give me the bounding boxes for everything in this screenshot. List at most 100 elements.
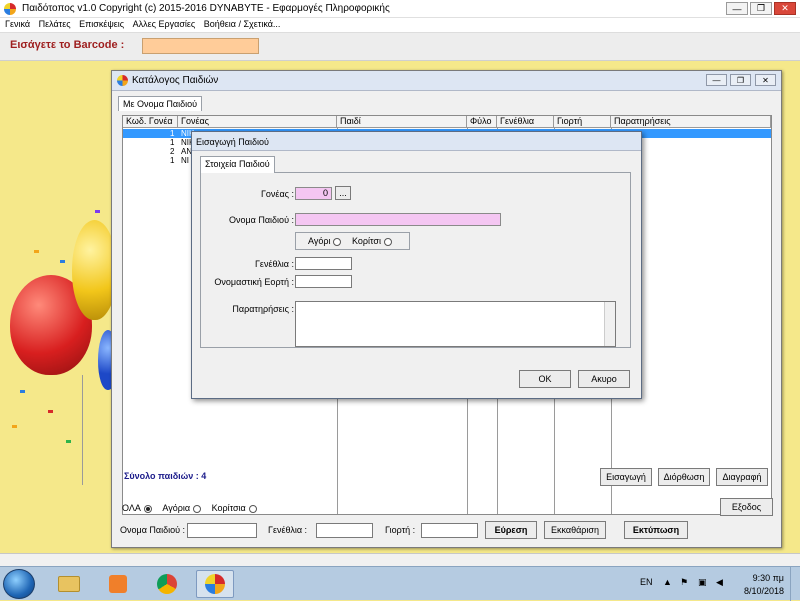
filter-girls-radio[interactable]: [248, 504, 257, 513]
column-header-parent-code[interactable]: Κωδ. Γονέα: [123, 116, 178, 128]
row-parent-code: 1: [170, 138, 175, 147]
column-header-nameday[interactable]: Γιορτή: [554, 116, 611, 128]
menu-other-tasks[interactable]: Αλλες Εργασίες: [133, 19, 196, 29]
volume-icon[interactable]: ◀: [716, 577, 723, 588]
maximize-button[interactable]: ❐: [750, 2, 772, 15]
boy-label: Αγόρι: [308, 236, 331, 246]
clock-date: 8/10/2018: [743, 586, 784, 596]
nameday-label: Ονομαστική Εορτή :: [214, 277, 294, 287]
insert-child-dialog: Εισαγωγή Παιδιού Στοιχεία Παιδιού Γονέας…: [191, 131, 642, 399]
network-icon[interactable]: ▣: [698, 577, 707, 588]
search-child-name-input[interactable]: [187, 523, 257, 538]
cancel-button[interactable]: Ακυρο: [578, 370, 630, 388]
app-logo-icon: [4, 3, 16, 15]
filter-all-label: ΟΛΑ: [122, 503, 141, 513]
boy-radio[interactable]: [333, 237, 342, 246]
parent-label: Γονέας :: [260, 189, 294, 199]
exit-button[interactable]: Εξοδος: [720, 498, 773, 516]
confetti: [12, 425, 17, 428]
menu-visits[interactable]: Επισκέψεις: [79, 19, 124, 29]
clear-button[interactable]: Εκκαθάριση: [544, 521, 606, 539]
column-header-birthday[interactable]: Γενέθλια: [497, 116, 554, 128]
menu-general[interactable]: Γενικά: [5, 19, 30, 29]
confetti: [48, 410, 53, 413]
search-birthday-input[interactable]: [316, 523, 373, 538]
gender-filter: ΟΛΑ Αγόρια Κορίτσια: [122, 503, 257, 513]
taskbar-chrome[interactable]: [148, 570, 186, 598]
search-nameday-label: Γιορτή :: [385, 525, 416, 535]
row-parent-code: 1: [170, 129, 175, 138]
media-player-icon: [109, 575, 127, 593]
column-header-child[interactable]: Παιδί: [337, 116, 467, 128]
flag-icon[interactable]: ⚑: [680, 577, 688, 588]
notes-scrollbar[interactable]: [604, 302, 615, 346]
search-nameday-input[interactable]: [421, 523, 478, 538]
catalog-title-bar: Κατάλογος Παιδιών — ❐ ✕: [112, 71, 781, 91]
search-birthday-label: Γενέθλια :: [268, 525, 308, 535]
ok-button[interactable]: OK: [519, 370, 571, 388]
edit-button[interactable]: Διόρθωση: [658, 468, 710, 486]
catalog-title: Κατάλογος Παιδιών: [132, 75, 219, 86]
tab-by-child-name[interactable]: Με Ονομα Παιδιού: [118, 96, 203, 111]
row-parent-name: ΝΙ: [181, 156, 189, 165]
minimize-button[interactable]: —: [726, 2, 748, 15]
delete-button[interactable]: Διαγραφή: [716, 468, 768, 486]
tab-child-details[interactable]: Στοιχεία Παιδιού: [200, 156, 275, 173]
find-button[interactable]: Εύρεση: [485, 521, 537, 539]
app-title: Παιδότοπος v1.0 Copyright (c) 2015-2016 …: [22, 3, 390, 14]
catalog-maximize-button[interactable]: ❐: [730, 74, 751, 86]
confetti: [95, 210, 100, 213]
filter-boys-radio[interactable]: [193, 504, 202, 513]
parent-code-input[interactable]: 0: [295, 187, 332, 200]
menu-bar: Γενικά Πελάτες Επισκέψεις Αλλες Εργασίες…: [0, 18, 800, 33]
taskbar-paidotopos[interactable]: [196, 570, 234, 598]
child-details-panel: Γονέας : 0 ... Ονομα Παιδιού : Αγόρι Κορ…: [200, 172, 631, 348]
start-button[interactable]: [3, 569, 35, 599]
language-indicator[interactable]: EN: [640, 577, 653, 587]
column-header-parent[interactable]: Γονέας: [178, 116, 337, 128]
search-child-name-label: Ονομα Παιδιού :: [120, 525, 186, 535]
show-hidden-icons[interactable]: ▲: [663, 577, 672, 587]
chrome-icon: [157, 574, 177, 594]
windows-taskbar: EN ▲ ⚑ ▣ ◀ 9:30 πμ 8/10/2018: [0, 566, 800, 601]
girl-radio[interactable]: [383, 237, 392, 246]
confetti: [60, 260, 65, 263]
girl-label: Κορίτσι: [351, 236, 381, 246]
column-header-notes[interactable]: Παρατηρήσεις: [611, 116, 771, 128]
confetti: [34, 250, 39, 253]
balloon-strings: [82, 375, 83, 485]
dialog-title: Εισαγωγή Παιδιού: [196, 137, 269, 147]
menu-customers[interactable]: Πελάτες: [39, 19, 71, 29]
filter-boys-label: Αγόρια: [162, 503, 191, 513]
dialog-title-bar: Εισαγωγή Παιδιού: [192, 132, 641, 151]
paidotopos-icon: [205, 574, 225, 594]
balloons-decoration: [0, 180, 118, 520]
insert-button[interactable]: Εισαγωγή: [600, 468, 652, 486]
child-name-input[interactable]: [295, 213, 501, 226]
print-button[interactable]: Εκτύπωση: [624, 521, 688, 539]
parent-browse-button[interactable]: ...: [335, 186, 351, 200]
app-title-bar: Παιδότοπος v1.0 Copyright (c) 2015-2016 …: [0, 0, 800, 18]
row-parent-code: 2: [170, 147, 175, 156]
show-desktop-button[interactable]: [790, 567, 800, 601]
status-strip: [0, 553, 800, 566]
catalog-close-button[interactable]: ✕: [755, 74, 776, 86]
confetti: [66, 440, 71, 443]
barcode-label: Εισάγετε το Barcode :: [10, 39, 125, 51]
taskbar-explorer[interactable]: [50, 570, 88, 598]
catalog-minimize-button[interactable]: —: [706, 74, 727, 86]
catalog-window-icon: [117, 75, 128, 86]
menu-help[interactable]: Βοήθεια / Σχετικά...: [204, 19, 281, 29]
child-name-label: Ονομα Παιδιού :: [228, 215, 294, 225]
birthday-input[interactable]: [295, 257, 352, 270]
nameday-input[interactable]: [295, 275, 352, 288]
filter-all-radio[interactable]: [143, 504, 152, 513]
barcode-input[interactable]: [142, 38, 259, 54]
clock[interactable]: 9:30 πμ 8/10/2018: [738, 572, 784, 598]
notes-textarea[interactable]: [295, 301, 616, 347]
close-button[interactable]: ✕: [774, 2, 796, 15]
row-parent-code: 1: [170, 156, 175, 165]
column-header-gender[interactable]: Φύλο: [467, 116, 497, 128]
gender-group: Αγόρι Κορίτσι: [295, 232, 410, 250]
taskbar-media-player[interactable]: [99, 570, 137, 598]
